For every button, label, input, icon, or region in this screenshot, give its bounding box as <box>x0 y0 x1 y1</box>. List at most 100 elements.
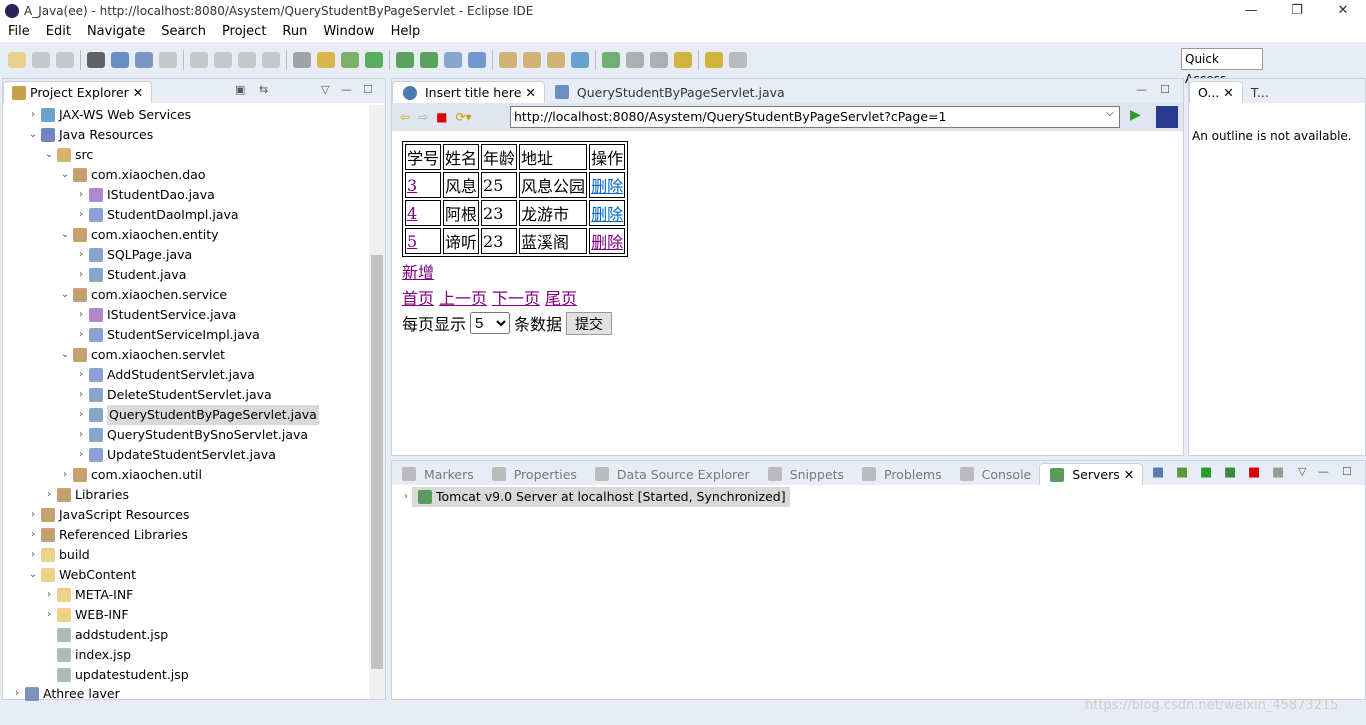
server-action-icon[interactable]: ■ <box>1176 465 1188 480</box>
tree-item[interactable]: › StudentServiceImpl.java <box>75 325 260 345</box>
prev-page-link[interactable]: 上一页 <box>439 289 487 308</box>
chevron-right-icon[interactable]: › <box>43 585 55 605</box>
view-menu-icon[interactable]: ▽ <box>321 83 329 96</box>
tree-item[interactable]: › Athree laver <box>11 684 120 704</box>
tab-properties[interactable]: Properties <box>482 463 585 485</box>
chevron-right-icon[interactable]: › <box>75 445 87 465</box>
tree-item[interactable]: › Referenced Libraries <box>27 525 188 545</box>
menu-search[interactable]: Search <box>153 22 214 42</box>
minimize-view-icon[interactable]: — <box>341 83 352 96</box>
chevron-right-icon[interactable]: › <box>27 545 39 565</box>
tab-outline[interactable]: O... ✕ <box>1189 81 1243 103</box>
tree-item[interactable]: ⌄ src <box>43 145 93 165</box>
tree-item[interactable]: › DeleteStudentServlet.java <box>75 385 272 405</box>
tab-editor-1[interactable]: QueryStudentByPageServlet.java <box>545 81 793 103</box>
chevron-down-icon[interactable]: ⌄ <box>59 165 71 185</box>
tab-servers[interactable]: Servers ✕ <box>1039 463 1144 485</box>
delete-link[interactable]: 删除 <box>591 205 623 224</box>
toolbar-button-icon[interactable] <box>238 52 256 68</box>
add-link[interactable]: 新增 <box>402 263 434 282</box>
student-id-link[interactable]: 4 <box>407 204 417 223</box>
toolbar-button-icon[interactable] <box>159 52 177 68</box>
toolbar-button-icon[interactable] <box>396 52 414 68</box>
toolbar-button-icon[interactable] <box>674 52 692 68</box>
expand-arrow-icon[interactable]: › <box>400 487 412 507</box>
server-action-icon[interactable]: ■ <box>1152 465 1164 480</box>
chevron-right-icon[interactable]: › <box>75 385 87 405</box>
submit-button[interactable]: 提交 <box>566 311 613 335</box>
tab-editor-0[interactable]: Insert title here ✕ <box>392 81 545 103</box>
chevron-right-icon[interactable]: › <box>75 405 87 425</box>
maximize-view-icon[interactable]: ☐ <box>1160 83 1170 96</box>
tab-data-source-explorer[interactable]: Data Source Explorer <box>585 463 758 485</box>
chevron-down-icon[interactable]: ⌄ <box>59 345 71 365</box>
close-button[interactable]: ✕ <box>1320 0 1366 22</box>
restore-button[interactable]: ❐ <box>1274 0 1320 22</box>
tree-item[interactable]: › Libraries <box>43 485 129 505</box>
chevron-right-icon[interactable]: › <box>75 425 87 445</box>
minimize-button[interactable]: — <box>1228 0 1274 22</box>
toolbar-button-icon[interactable] <box>650 52 668 68</box>
eclipse-browser-icon[interactable] <box>1156 106 1178 128</box>
tree-item[interactable]: › IStudentService.java <box>75 305 236 325</box>
toolbar-button-icon[interactable] <box>8 52 26 68</box>
close-tab-icon[interactable]: ✕ <box>525 85 535 100</box>
minimize-view-icon[interactable]: — <box>1318 465 1329 478</box>
server-action-icon[interactable]: ■ <box>1224 465 1236 480</box>
tree-item[interactable]: › Student.java <box>75 265 186 285</box>
toolbar-button-icon[interactable] <box>602 52 620 68</box>
chevron-right-icon[interactable]: › <box>75 205 87 225</box>
tab-task-list[interactable]: T... <box>1243 81 1277 103</box>
tree-item[interactable]: › JavaScript Resources <box>27 505 189 525</box>
chevron-right-icon[interactable]: › <box>75 365 87 385</box>
server-action-icon[interactable]: ■ <box>1248 465 1260 480</box>
chevron-right-icon[interactable]: › <box>75 305 87 325</box>
menu-help[interactable]: Help <box>383 22 429 42</box>
toolbar-button-icon[interactable] <box>468 52 486 68</box>
url-input[interactable]: http://localhost:8080/Asystem/QueryStude… <box>510 106 1120 128</box>
toolbar-button-icon[interactable] <box>547 52 565 68</box>
toolbar-button-icon[interactable] <box>190 52 208 68</box>
toolbar-button-icon[interactable] <box>444 52 462 68</box>
tree-item[interactable]: › JAX-WS Web Services <box>27 105 191 125</box>
tab-console[interactable]: Console <box>950 463 1040 485</box>
chevron-right-icon[interactable]: › <box>75 185 87 205</box>
toolbar-button-icon[interactable] <box>262 52 280 68</box>
tree-item[interactable]: › WEB-INF <box>43 605 129 625</box>
server-row[interactable]: › Tomcat v9.0 Server at localhost [Start… <box>400 487 790 507</box>
toolbar-button-icon[interactable] <box>111 52 129 68</box>
chevron-down-icon[interactable]: ⌄ <box>59 285 71 305</box>
tree-item[interactable]: ⌄ WebContent <box>27 565 136 585</box>
go-icon[interactable]: ▶ <box>1130 107 1141 123</box>
url-dropdown-icon[interactable]: ⌵ <box>1106 108 1114 119</box>
toolbar-button-icon[interactable] <box>87 52 105 68</box>
tree-item[interactable]: › AddStudentServlet.java <box>75 365 255 385</box>
tree-item[interactable]: › UpdateStudentServlet.java <box>75 445 276 465</box>
toolbar-button-icon[interactable] <box>317 52 335 68</box>
maximize-view-icon[interactable]: ☐ <box>363 83 373 96</box>
toolbar-button-icon[interactable] <box>32 52 50 68</box>
refresh-icon[interactable]: ⟳▾ <box>455 110 471 124</box>
link-editor-icon[interactable]: ⇆ <box>259 83 268 96</box>
chevron-down-icon[interactable]: ⌄ <box>59 225 71 245</box>
chevron-down-icon[interactable]: ⌄ <box>43 145 55 165</box>
menu-window[interactable]: Window <box>315 22 382 42</box>
chevron-right-icon[interactable]: › <box>43 485 55 505</box>
tree-item[interactable]: › build <box>27 545 90 565</box>
tree-item[interactable]: ⌄ com.xiaochen.servlet <box>59 345 225 365</box>
next-page-link[interactable]: 下一页 <box>492 289 540 308</box>
chevron-right-icon[interactable]: › <box>59 465 71 485</box>
tree-item[interactable]: index.jsp <box>43 645 131 665</box>
tree-item[interactable]: › StudentDaoImpl.java <box>75 205 239 225</box>
chevron-down-icon[interactable]: ⌄ <box>27 125 39 145</box>
toolbar-button-icon[interactable] <box>571 52 589 68</box>
back-icon[interactable]: ⇦ <box>400 110 410 124</box>
menu-file[interactable]: File <box>0 22 38 42</box>
chevron-right-icon[interactable]: › <box>75 325 87 345</box>
tab-snippets[interactable]: Snippets <box>758 463 852 485</box>
tree-item[interactable]: ⌄ com.xiaochen.dao <box>59 165 205 185</box>
minimize-view-icon[interactable]: — <box>1136 83 1147 96</box>
last-page-link[interactable]: 尾页 <box>545 289 577 308</box>
tab-project-explorer[interactable]: Project Explorer ✕ <box>3 81 153 103</box>
chevron-right-icon[interactable]: › <box>27 525 39 545</box>
